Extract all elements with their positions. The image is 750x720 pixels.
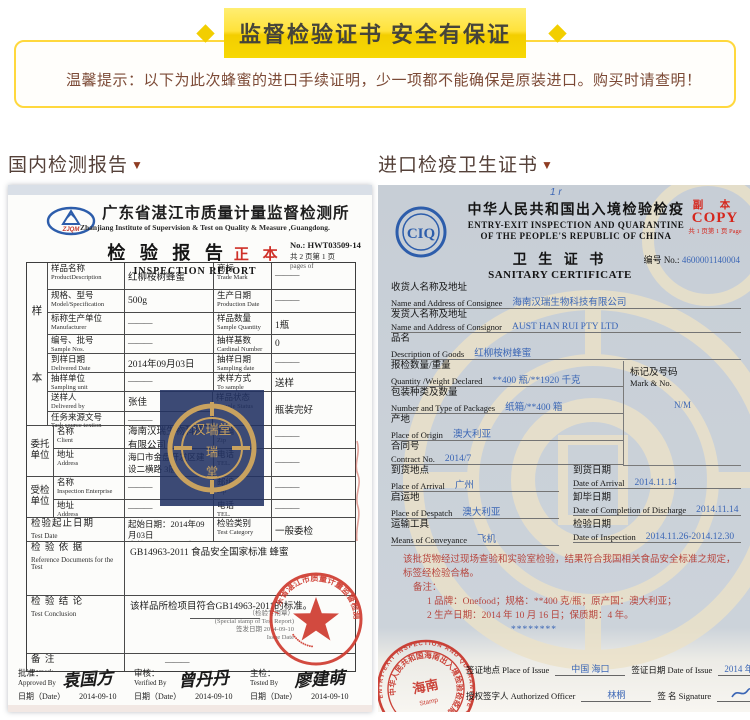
field-contract: 合同号 Contract No.2014/7 xyxy=(391,442,623,465)
issue-place: 中国 海口 xyxy=(555,662,625,676)
pen-annotation: 1 r xyxy=(550,187,562,198)
table-row: 样品名称ProductDescription 红柳桉树蜂蜜 商标Trade Ma… xyxy=(48,263,355,289)
signature: 袁国方 xyxy=(61,663,114,691)
field-origin: 产地 Place of Origin澳大利亚 xyxy=(391,415,623,441)
certificate-number: 编号 No.: 4600001140004 xyxy=(644,253,740,266)
field-consignee: 收货人名称及地址 Name and Address of Consignee海南… xyxy=(391,283,741,309)
zjqm-logo-icon: ZJQM xyxy=(46,205,96,237)
field-pair: 运输工具 Means of Conveyance飞机 检验日期 Date of … xyxy=(391,520,741,547)
certificate-title: 卫 生 证 书 xyxy=(450,249,670,269)
mark-and-no-box: 标记及号码 Mark & No. N/M xyxy=(623,361,741,466)
chevron-down-icon: ▼ xyxy=(541,158,554,172)
paper-edge xyxy=(8,705,372,712)
signature-block: 审核：Verified By 曾丹丹 日期（Date）2014-09-10 xyxy=(134,667,250,687)
issue-footer: 签证地点 Place of Issue 中国 海口 签证日期 Date of I… xyxy=(466,653,744,702)
chevron-down-icon: ▼ xyxy=(131,158,144,172)
svg-text:汉瑞堂: 汉瑞堂 xyxy=(192,422,231,437)
authorized-officer: 林桐 xyxy=(581,688,651,702)
table-row: 规格、型号Model/Specification 500g 生产日期Produc… xyxy=(48,289,355,312)
page: 温馨提示：以下为此次蜂蜜的进口手续证明，少一项都不能确保是原装进口。购买时请查明… xyxy=(0,0,750,720)
svg-text:堂: 堂 xyxy=(206,465,218,479)
section-title-import-certificate[interactable]: 进口检疫卫生证书▼ xyxy=(378,150,554,177)
section-title-label: 国内检测报告 xyxy=(8,155,128,176)
field-goods: 品名 Description of Goods红柳桉树蜂蜜 xyxy=(391,334,741,360)
field-pair: 启运地 Place of Despatch澳大利亚 卸毕日期 Date of C… xyxy=(391,493,741,520)
table-row: 标称生产单位Manufacturer ——— 样品数量Sample Quanti… xyxy=(48,312,355,334)
report-pages: 共 2 页第 1 页 xyxy=(290,251,366,262)
banner-title: 监督检验证书 安全有保证 xyxy=(239,17,511,49)
ciq-logo-icon: CIQ xyxy=(394,205,448,259)
table-side-label: 委托单位 xyxy=(27,426,53,476)
banner: 监督检验证书 安全有保证 xyxy=(224,8,526,58)
original-copy-mark: 正 本 xyxy=(234,247,283,263)
field-packages: 包装种类及数量 Number and Type of Packages纸箱/**… xyxy=(391,388,623,414)
table-row: 编号、批号Sample Nos. ——— 抽样基数Cardinal Number… xyxy=(48,334,355,353)
agency-name-en2: OF THE PEOPLE'S REPUBLIC OF CHINA xyxy=(450,231,702,241)
field-quantity: 报检数量/重量 Quantity /Weight Declared**400 瓶… xyxy=(391,361,623,387)
institute-name-en: Zhanjiang Institute of Supervision & Tes… xyxy=(80,223,330,232)
officer-signature xyxy=(717,685,750,702)
svg-text:瑞: 瑞 xyxy=(206,445,218,459)
field-pair: 到货地点 Place of Arrival广州 到货日期 Date of Arr… xyxy=(391,466,741,493)
copy-mark: 副 本 COPY 共 1 页第 1 页 Page xyxy=(684,197,746,235)
field-consignor: 发货人名称及地址 Name and Address of ConsignorAU… xyxy=(391,310,741,333)
table-row: 抽样单位Sampling unit ——— 来样方式To sample 送样 xyxy=(48,372,355,391)
hanrui-watermark: 汉瑞堂 瑞 堂 xyxy=(160,390,264,506)
section-title-domestic-report[interactable]: 国内检测报告▼ xyxy=(8,150,144,177)
inspection-stamp-seal: 广东省湛江市质量计量监督检测所 ••••••••••• xyxy=(266,569,366,669)
certificate-title-en: SANITARY CERTIFICATE xyxy=(450,269,670,281)
report-title: 检 验 报 告 xyxy=(107,243,228,263)
table-side-label: 样 本 xyxy=(27,263,47,425)
svg-text:ZJQM: ZJQM xyxy=(62,227,81,233)
signature-block: 主检：Tested By 廖建萌 日期（Date）2014-09-10 xyxy=(250,667,366,687)
svg-text:Stamp: Stamp xyxy=(419,697,439,708)
svg-text:CIQ: CIQ xyxy=(407,226,436,242)
signature: 廖建萌 xyxy=(293,663,346,691)
sanitary-certificate: 1 r CIQ 中华人民共和国出入境检验检疫 ENTRY-EXIT INSPEC… xyxy=(378,185,750,712)
agency-name: 中华人民共和国出入境检验检疫 xyxy=(450,199,702,219)
institute-name: 广东省湛江市质量计量监督检测所 xyxy=(102,201,350,223)
signatures-footer: 批准：Approved By 袁国方 日期（Date）2014-09-10 审核… xyxy=(18,667,366,687)
inspection-statement: 该批货物经过现场查验和实验室检验，结果符合我国相关食品安全标准之规定，标签经检验… xyxy=(391,553,741,637)
notice-text: 温馨提示：以下为此次蜂蜜的进口手续证明，少一项都不能确保是原装进口。购买时请查明… xyxy=(66,69,702,90)
table-row: 到样日期Delivered Date 2014年09月03日 抽样日期Sampl… xyxy=(48,353,355,372)
signature: 曾丹丹 xyxy=(177,663,230,691)
red-margin-mark xyxy=(348,437,366,547)
paper-edge xyxy=(8,185,372,195)
signature-scribble-icon xyxy=(730,685,750,701)
domestic-inspection-report: ZJQM 广东省湛江市质量计量监督检测所 Zhanjiang Institute… xyxy=(8,185,372,712)
issue-date: 2014 年 12 月 3 日 xyxy=(718,662,750,676)
svg-text:海南: 海南 xyxy=(411,677,440,697)
table-row: 检验起止日期Test Date 起始日期：2014年09月03日 完检日期：20… xyxy=(27,517,355,541)
agency-name-en1: ENTRY-EXIT INSPECTION AND QUARANTINE xyxy=(450,220,702,230)
signature-block: 批准：Approved By 袁国方 日期（Date）2014-09-10 xyxy=(18,667,134,687)
table-side-label: 受检单位 xyxy=(27,477,53,517)
report-number: No.: HWT03509-14 xyxy=(290,240,366,250)
svg-text:•••••••••••: ••••••••••• xyxy=(289,632,314,651)
section-title-label: 进口检疫卫生证书 xyxy=(378,155,538,176)
